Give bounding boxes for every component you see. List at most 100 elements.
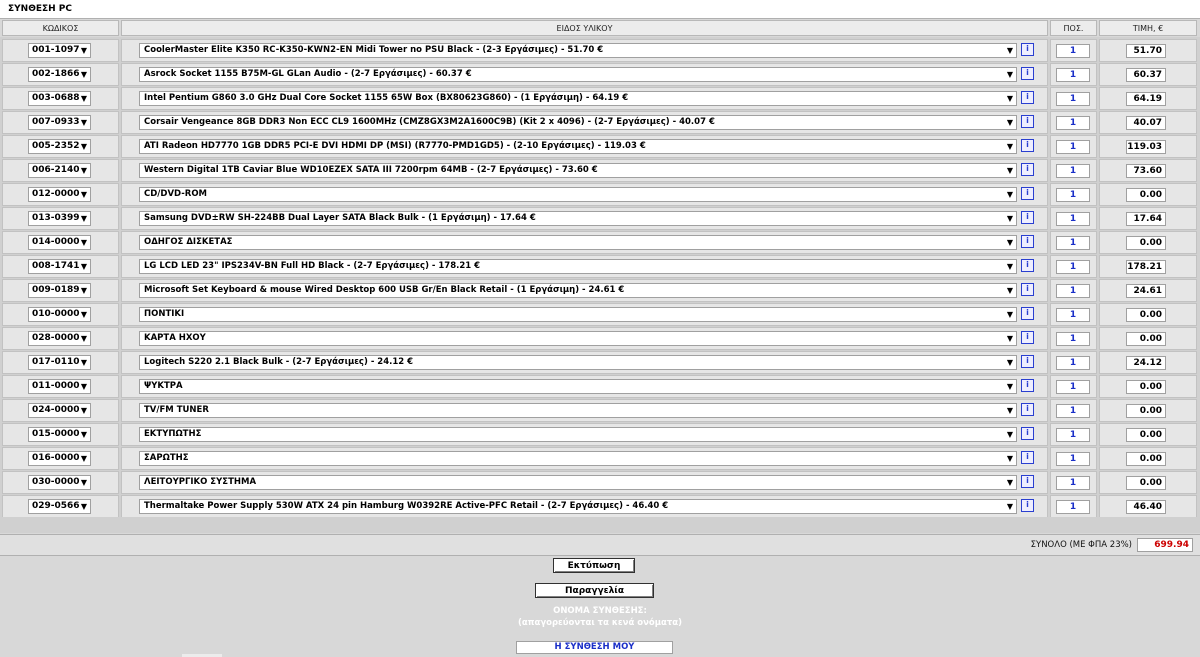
info-icon[interactable]: i: [1021, 475, 1034, 488]
item-select[interactable]: Logitech S220 2.1 Black Bulk - (2-7 Εργά…: [139, 355, 1017, 370]
table-row: 002-1866 ▼ Asrock Socket 1155 B75M-GL GLan…: [0, 63, 1200, 87]
code-select[interactable]: 014-0000 ▼: [28, 235, 91, 250]
quantity-input[interactable]: 1: [1056, 452, 1090, 466]
quantity-input[interactable]: 1: [1056, 92, 1090, 106]
code-select[interactable]: 003-0688 ▼: [28, 91, 91, 106]
price-value: 119.03: [1126, 140, 1166, 154]
code-select[interactable]: 013-0399 ▼: [28, 211, 91, 226]
info-icon[interactable]: i: [1021, 91, 1034, 104]
quantity-input[interactable]: 1: [1056, 116, 1090, 130]
quantity-input[interactable]: 1: [1056, 236, 1090, 250]
code-select[interactable]: 010-0000 ▼: [28, 307, 91, 322]
chevron-down-icon: ▼: [80, 118, 87, 127]
item-select[interactable]: ΟΔΗΓΟΣ ΔΙΣΚΕΤΑΣ ▼: [139, 235, 1017, 250]
chevron-down-icon: ▼: [80, 70, 87, 79]
item-select[interactable]: Western Digital 1TB Caviar Blue WD10EZEX…: [139, 163, 1017, 178]
info-icon[interactable]: i: [1021, 427, 1034, 440]
item-value: Microsoft Set Keyboard & mouse Wired Des…: [144, 285, 625, 295]
info-icon[interactable]: i: [1021, 43, 1034, 56]
code-select[interactable]: 008-1741 ▼: [28, 259, 91, 274]
quantity-input[interactable]: 1: [1056, 404, 1090, 418]
item-select[interactable]: ATI Radeon HD7770 1GB DDR5 PCI-E DVI HDM…: [139, 139, 1017, 154]
quantity-input[interactable]: 1: [1056, 260, 1090, 274]
item-value: ΕΚΤΥΠΩΤΗΣ: [144, 429, 202, 439]
info-icon[interactable]: i: [1021, 259, 1034, 272]
item-select[interactable]: ΣΑΡΩΤΗΣ ▼: [139, 451, 1017, 466]
item-select[interactable]: Microsoft Set Keyboard & mouse Wired Des…: [139, 283, 1017, 298]
code-select[interactable]: 017-0110 ▼: [28, 355, 91, 370]
item-select[interactable]: ΠΟΝΤΙΚΙ ▼: [139, 307, 1017, 322]
table-row: 003-0688 ▼ Intel Pentium G860 3.0 GHz Dual…: [0, 87, 1200, 111]
quantity-input[interactable]: 1: [1056, 356, 1090, 370]
quantity-input[interactable]: 1: [1056, 44, 1090, 58]
item-select[interactable]: Samsung DVD±RW SH-224BB Dual Layer SATA …: [139, 211, 1017, 226]
chevron-down-icon: ▼: [80, 94, 87, 103]
quantity-input[interactable]: 1: [1056, 428, 1090, 442]
info-icon[interactable]: i: [1021, 67, 1034, 80]
item-select[interactable]: ΚΑΡΤΑ ΗΧΟΥ ▼: [139, 331, 1017, 346]
code-select[interactable]: 011-0000 ▼: [28, 379, 91, 394]
code-select[interactable]: 005-2352 ▼: [28, 139, 91, 154]
item-select[interactable]: CD/DVD-ROM ▼: [139, 187, 1017, 202]
quantity-input[interactable]: 1: [1056, 380, 1090, 394]
item-select[interactable]: Thermaltake Power Supply 530W ATX 24 pin…: [139, 499, 1017, 514]
order-button[interactable]: Παραγγελία: [535, 583, 654, 598]
info-icon[interactable]: i: [1021, 379, 1034, 392]
quantity-input[interactable]: 1: [1056, 284, 1090, 298]
info-icon[interactable]: i: [1021, 163, 1034, 176]
code-select[interactable]: 016-0000 ▼: [28, 451, 91, 466]
code-select[interactable]: 012-0000 ▼: [28, 187, 91, 202]
table-row: 010-0000 ▼ ΠΟΝΤΙΚΙ ▼ i 1 0.00: [0, 303, 1200, 327]
info-icon[interactable]: i: [1021, 331, 1034, 344]
item-value: Samsung DVD±RW SH-224BB Dual Layer SATA …: [144, 213, 536, 223]
quantity-input[interactable]: 1: [1056, 164, 1090, 178]
item-select[interactable]: ΕΚΤΥΠΩΤΗΣ ▼: [139, 427, 1017, 442]
quantity-input[interactable]: 1: [1056, 68, 1090, 82]
table-row: 016-0000 ▼ ΣΑΡΩΤΗΣ ▼ i 1 0.00: [0, 447, 1200, 471]
item-select[interactable]: Asrock Socket 1155 B75M-GL GLan Audio - …: [139, 67, 1017, 82]
chevron-down-icon: ▼: [1006, 262, 1013, 271]
item-select[interactable]: ΨΥΚΤΡΑ ▼: [139, 379, 1017, 394]
code-select[interactable]: 028-0000 ▼: [28, 331, 91, 346]
item-select[interactable]: Intel Pentium G860 3.0 GHz Dual Core Soc…: [139, 91, 1017, 106]
code-select[interactable]: 030-0000 ▼: [28, 475, 91, 490]
code-select[interactable]: 001-1097 ▼: [28, 43, 91, 58]
info-icon[interactable]: i: [1021, 499, 1034, 512]
info-icon[interactable]: i: [1021, 139, 1034, 152]
page-title: ΣΥΝΘΕΣΗ PC: [0, 0, 1200, 19]
item-select[interactable]: CoolerMaster Elite K350 RC-K350-KWN2-EN …: [139, 43, 1017, 58]
quantity-input[interactable]: 1: [1056, 308, 1090, 322]
item-select[interactable]: TV/FM TUNER ▼: [139, 403, 1017, 418]
code-select[interactable]: 007-0933 ▼: [28, 115, 91, 130]
code-select[interactable]: 009-0189 ▼: [28, 283, 91, 298]
price-value: 17.64: [1126, 212, 1166, 226]
code-select[interactable]: 029-0566 ▼: [28, 499, 91, 514]
quantity-input[interactable]: 1: [1056, 500, 1090, 514]
quantity-input[interactable]: 1: [1056, 332, 1090, 346]
info-icon[interactable]: i: [1021, 403, 1034, 416]
item-select[interactable]: ΛΕΙΤΟΥΡΓΙΚΟ ΣΥΣΤΗΜΑ ▼: [139, 475, 1017, 490]
info-icon[interactable]: i: [1021, 115, 1034, 128]
quantity-input[interactable]: 1: [1056, 212, 1090, 226]
code-select[interactable]: 006-2140 ▼: [28, 163, 91, 178]
info-icon[interactable]: i: [1021, 235, 1034, 248]
quantity-input[interactable]: 1: [1056, 476, 1090, 490]
quantity-input[interactable]: 1: [1056, 188, 1090, 202]
item-value: ATI Radeon HD7770 1GB DDR5 PCI-E DVI HDM…: [144, 141, 646, 151]
quantity-input[interactable]: 1: [1056, 140, 1090, 154]
code-select[interactable]: 015-0000 ▼: [28, 427, 91, 442]
code-select[interactable]: 002-1866 ▼: [28, 67, 91, 82]
code-select[interactable]: 024-0000 ▼: [28, 403, 91, 418]
item-select[interactable]: Corsair Vengeance 8GB DDR3 Non ECC CL9 1…: [139, 115, 1017, 130]
info-icon[interactable]: i: [1021, 355, 1034, 368]
info-icon[interactable]: i: [1021, 211, 1034, 224]
composition-name-input[interactable]: Η ΣΥΝΘΕΣΗ ΜΟΥ: [516, 641, 673, 654]
info-icon[interactable]: i: [1021, 283, 1034, 296]
info-icon[interactable]: i: [1021, 187, 1034, 200]
table-footer-spacer: [0, 517, 1200, 533]
print-button[interactable]: Εκτύπωση: [553, 558, 635, 573]
table-row: 028-0000 ▼ ΚΑΡΤΑ ΗΧΟΥ ▼ i 1 0.00: [0, 327, 1200, 351]
item-select[interactable]: LG LCD LED 23" IPS234V-BN Full HD Black …: [139, 259, 1017, 274]
info-icon[interactable]: i: [1021, 307, 1034, 320]
info-icon[interactable]: i: [1021, 451, 1034, 464]
